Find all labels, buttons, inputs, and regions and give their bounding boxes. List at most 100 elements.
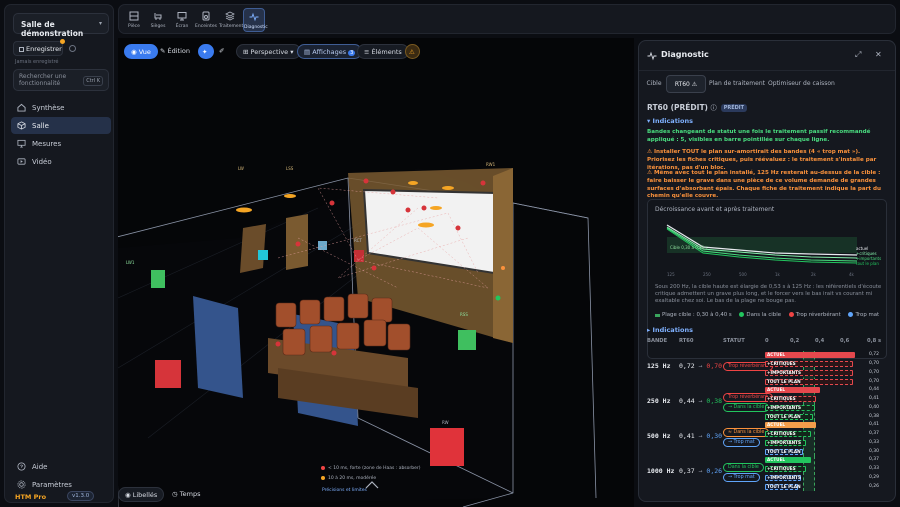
bar-value: 0,29 (869, 475, 880, 480)
sidebar-item-label: Paramètres (32, 481, 72, 489)
speaker-tag: LSS (286, 166, 294, 171)
screen-icon (177, 12, 187, 21)
speaker-tag: LW (238, 166, 244, 171)
bar-label: TOUT LE PLAN (767, 449, 801, 454)
time-toggle-label: Temps (179, 490, 201, 498)
legend-swatch (655, 314, 660, 317)
expand-icon[interactable]: ⤢ (855, 50, 861, 60)
warning-button[interactable]: ⚠ (405, 44, 420, 59)
magic-button[interactable]: ✦ (198, 44, 214, 59)
indications-toggle-2[interactable]: ▸ Indications (647, 326, 693, 334)
save-button[interactable]: Enregistrer (13, 39, 65, 56)
search-input[interactable]: Rechercher une fonctionnalité Ctrl K (13, 69, 109, 91)
section-title: RT60 (PRÉDIT) ⓘ PRÉDIT (647, 103, 748, 112)
rt60-values: 0,44 → 0,38 (679, 397, 722, 405)
sidebar-item-video[interactable]: Vidéo (11, 153, 111, 170)
save-icon (19, 47, 24, 52)
bar-line: ACTUEL 0,37 (765, 456, 879, 464)
tool-sieges[interactable]: Sièges (147, 8, 169, 32)
rt60-current: 0,72 (679, 362, 695, 370)
col-statut: STATUT (723, 338, 745, 344)
labels-toggle[interactable]: ◉ Libellés (118, 487, 165, 502)
room-select-label: Salle de démonstration (21, 20, 84, 38)
tool-enceintes[interactable]: Enceintes (195, 8, 217, 32)
display-label: Affichages (312, 48, 347, 56)
tab-cible[interactable]: Cible (644, 75, 664, 93)
display-count-badge: 3 (348, 50, 356, 56)
bar-label: TOUT LE PLAN (767, 379, 801, 384)
rt60-after: 0,38 (706, 397, 723, 405)
edit-mode-button[interactable]: ✎ Édition (154, 44, 196, 59)
rt60-after: 0,30 (706, 432, 723, 440)
bar-label: +CRITIQUES (767, 396, 796, 401)
video-icon (17, 158, 26, 165)
version-badge[interactable]: v1.3.0 (67, 491, 95, 501)
tab-rt60[interactable]: RT60 ⚠ (666, 75, 706, 93)
search-placeholder: Rechercher une fonctionnalité (19, 73, 67, 87)
scale-tick: 0,8 s (867, 338, 882, 344)
bar-label: ACTUEL (767, 352, 786, 357)
tab-optimiseur-caisson[interactable]: Optimiseur de caisson (768, 75, 835, 93)
eye-icon: ◉ (125, 491, 133, 499)
rt60-bars: ACTUEL 0,37 +CRITIQUES 0,33 +IMPORTANTS 0,29 T… (765, 456, 879, 492)
sidebar-item-mesures[interactable]: Mesures (11, 135, 111, 152)
scale-tick: 0 (765, 338, 769, 344)
sidebar-item-help[interactable]: Aide (11, 458, 111, 475)
tool-traitement[interactable]: Traitement (219, 8, 244, 32)
rt60-values: 0,41 → 0,30 (679, 432, 722, 440)
room-select[interactable]: Salle de démonstration ▾ (13, 13, 109, 38)
tab-plan-traitement[interactable]: Plan de traitement (708, 75, 766, 93)
tool-piece[interactable]: Pièce (123, 8, 145, 32)
home-icon (17, 103, 26, 112)
status-change-message: Bandes changeant de statut une fois le t… (647, 129, 871, 143)
time-toggle[interactable]: ◷ Temps (166, 487, 206, 502)
bar-label: TOUT LE PLAN (767, 414, 801, 419)
cube-icon (17, 121, 26, 130)
help-icon[interactable]: ⓘ (711, 105, 719, 112)
sidebar-item-label: Vidéo (32, 158, 52, 166)
bass-warning: ⚠ Même avec tout le plan installé, 125 H… (647, 170, 882, 200)
sidebar-item-label: Aide (32, 463, 48, 471)
seat-icon (154, 13, 162, 20)
tool-diagnostic[interactable]: Diagnostic (243, 8, 268, 32)
rt60-values: 0,37 → 0,26 (679, 467, 722, 475)
band-label: 250 Hz (647, 397, 671, 405)
x-tick: 250 (703, 272, 711, 277)
sidebar-item-synthese[interactable]: Synthèse (11, 99, 111, 116)
bar-line: +IMPORTANTS 0,33 (765, 439, 879, 447)
tool-ecran[interactable]: Écran (171, 8, 193, 32)
view-mode-button[interactable]: ◉ Vue (124, 44, 158, 59)
display-button[interactable]: ▤ Affichages 3 (297, 44, 363, 59)
scale-tick: 0,4 (815, 338, 825, 344)
list-icon: ≡ (364, 48, 372, 56)
scale-tick: 0,6 (840, 338, 850, 344)
bar-label: +IMPORTANTS (767, 370, 802, 375)
decay-chart-caption: Sous 200 Hz, la cible haute est élargie … (655, 284, 882, 304)
table-row[interactable]: 250 Hz 0,44 → 0,38 Trop réverbérant → Dans … (647, 386, 893, 421)
tool-label: Traitement (219, 24, 244, 29)
rt60-after: 0,70 (706, 362, 723, 370)
target-zone-label: Cible 0,30 à 0,40 s (670, 245, 708, 250)
close-icon[interactable]: ✕ (875, 50, 882, 59)
over-damping-warning: ⚠ Installer TOUT le plan sur-amortirait … (647, 149, 877, 171)
brush-button[interactable]: ✐ (216, 44, 230, 59)
bar-value: 0,41 (869, 396, 880, 401)
table-row[interactable]: 1000 Hz 0,37 → 0,26 Dans la cible → Trop ma… (647, 456, 893, 492)
perspective-select[interactable]: ⊞ Perspective ▾ (236, 44, 301, 59)
help-icon (17, 462, 26, 471)
sidebar-item-salle[interactable]: Salle (11, 117, 111, 134)
room-3d-viewport[interactable]: LW1 LW LSS RW1 RSS RCT RW < 10 ms, forte… (118, 38, 634, 507)
bar-line: +CRITIQUES 0,41 (765, 395, 879, 403)
precision-link[interactable]: Précisions et limites (322, 488, 367, 493)
table-row[interactable]: 500 Hz 0,41 → 0,30 ≈ Dans la cible → Trop m… (647, 421, 893, 456)
speaker-tag: RSS (460, 312, 468, 317)
sidebar-item-label: Salle (32, 122, 49, 130)
room-3d-scene[interactable] (118, 38, 634, 507)
bar-value: 0,72 (869, 352, 880, 357)
rt60-bars: ACTUEL 0,72 +CRITIQUES 0,70 +IMPORTANTS 0,70 T… (765, 351, 879, 387)
table-row[interactable]: 125 Hz 0,72 → 0,70 Trop réverbérant ACTUEL 0… (647, 351, 893, 387)
elements-button[interactable]: ≡ Éléments (357, 44, 409, 59)
sidebar-item-settings[interactable]: Paramètres (11, 476, 111, 493)
indications-toggle[interactable]: ▾ Indications (647, 117, 693, 125)
pulse-icon (647, 51, 657, 61)
